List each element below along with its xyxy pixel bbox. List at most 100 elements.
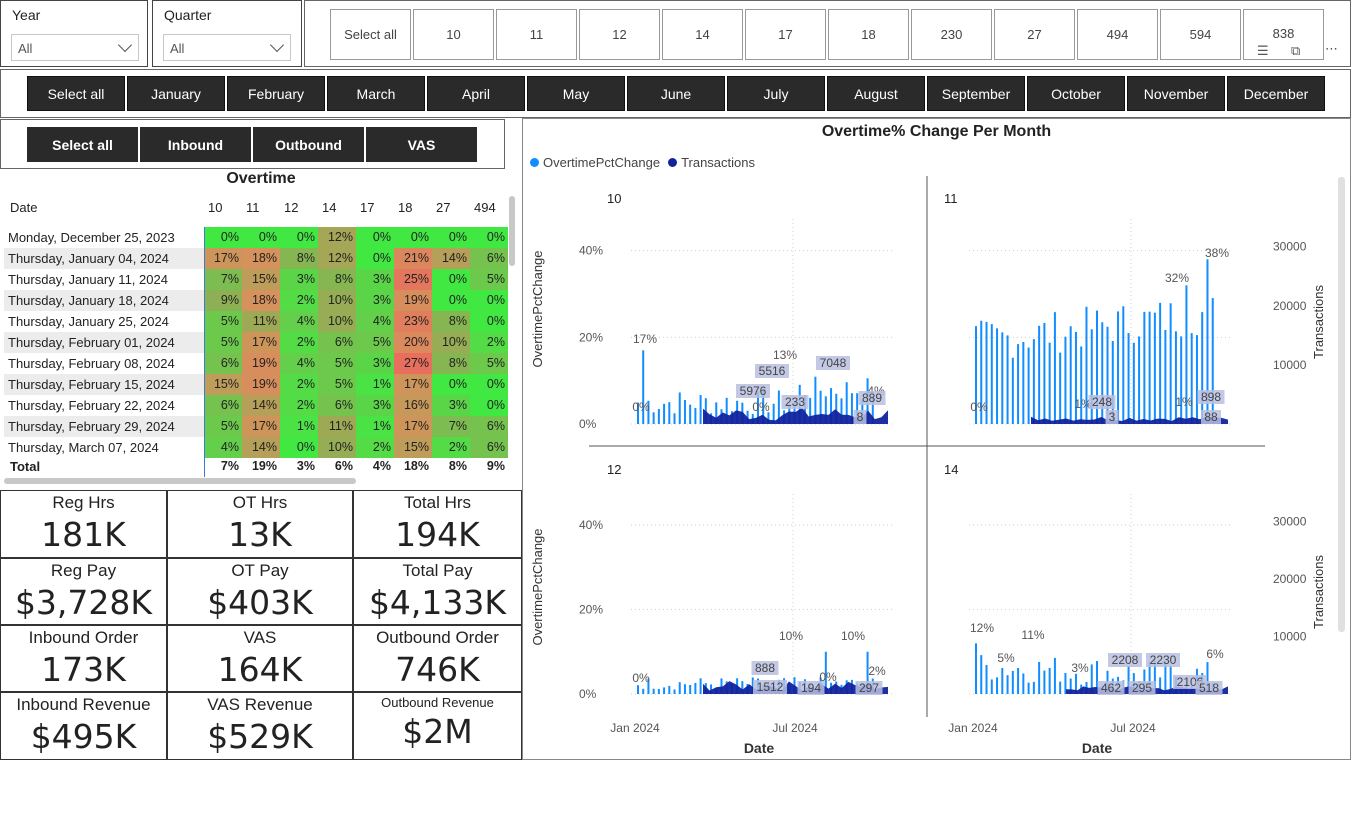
pct-bar — [1006, 675, 1009, 694]
matrix-cell: 5% — [356, 332, 394, 353]
type-select-all[interactable]: Select all — [27, 127, 138, 162]
overtime-matrix: Overtime Date 10 11 12 14 17 18 27 494 Monday, D… — [4, 170, 518, 488]
pct-data-label: 38% — [1205, 246, 1229, 260]
month-june[interactable]: June — [627, 76, 725, 111]
month-january[interactable]: January — [127, 76, 225, 111]
pct-bar — [652, 412, 655, 424]
tile-10[interactable]: 10 — [413, 9, 494, 60]
month-december[interactable]: December — [1227, 76, 1325, 111]
matrix-row[interactable]: Monday, December 25, 2023 — [4, 227, 204, 248]
more-options-icon[interactable]: ⋯ — [1325, 41, 1338, 57]
kpi-card: Inbound Revenue $495K — [0, 692, 167, 760]
month-july[interactable]: July — [727, 76, 825, 111]
matrix-cell: 6% — [318, 332, 356, 353]
filter-icon[interactable]: ☰ — [1257, 43, 1269, 59]
month-march[interactable]: March — [327, 76, 425, 111]
transactions-data-label: 295 — [1132, 681, 1152, 695]
matrix-cell: 6% — [470, 437, 508, 458]
month-may[interactable]: May — [527, 76, 625, 111]
matrix-total-cell: 4% — [372, 459, 391, 473]
focus-mode-icon[interactable]: ⧉ — [1291, 43, 1300, 59]
matrix-cell: 0% — [470, 395, 508, 416]
matrix-cell: 2% — [280, 395, 318, 416]
tile-12[interactable]: 12 — [579, 9, 660, 60]
type-outbound[interactable]: Outbound — [253, 127, 364, 162]
type-vas[interactable]: VAS — [366, 127, 477, 162]
matrix-row[interactable]: Thursday, February 29, 2024 — [4, 416, 204, 437]
month-october[interactable]: October — [1027, 76, 1125, 111]
kpi-value: $403K — [207, 583, 313, 622]
pct-bar — [1069, 326, 1072, 424]
month-april[interactable]: April — [427, 76, 525, 111]
matrix-total-cell: 19% — [251, 459, 277, 473]
right-tick-label: 20000 — [1273, 299, 1307, 313]
matrix-column-header[interactable]: 494 — [474, 200, 496, 215]
month-september[interactable]: September — [927, 76, 1025, 111]
matrix-row-date: Thursday, January 18, 2024 — [8, 293, 169, 308]
matrix-cell: 6% — [318, 395, 356, 416]
quarter-dropdown[interactable]: All — [163, 34, 291, 61]
kpi-label: Reg Pay — [50, 561, 117, 580]
matrix-total-cell: 3% — [296, 459, 315, 473]
tile-select-all[interactable]: Select all — [330, 9, 411, 60]
matrix-scrollbar[interactable] — [509, 196, 515, 266]
pct-data-label: 3% — [1071, 661, 1089, 675]
matrix-row[interactable]: Thursday, February 08, 2024 — [4, 353, 204, 374]
transactions-data-label: 888 — [755, 661, 775, 675]
month-february[interactable]: February — [227, 76, 325, 111]
month-select-all[interactable]: Select all — [27, 76, 125, 111]
pct-bar — [673, 413, 676, 424]
tile-27[interactable]: 27 — [994, 9, 1075, 60]
pct-bar — [1174, 331, 1177, 424]
matrix-row[interactable]: Thursday, January 18, 2024 — [4, 290, 204, 311]
matrix-row[interactable]: Thursday, January 04, 2024 — [4, 248, 204, 269]
tile-14[interactable]: 14 — [662, 9, 743, 60]
matrix-cell: 10% — [432, 332, 470, 353]
kpi-card: VAS 164K — [167, 625, 353, 692]
tile-18[interactable]: 18 — [828, 9, 909, 60]
tile-230[interactable]: 230 — [911, 9, 992, 60]
tile-11[interactable]: 11 — [496, 9, 577, 60]
year-dropdown[interactable]: All — [11, 34, 139, 61]
matrix-row[interactable]: Thursday, March 07, 2024 — [4, 437, 204, 458]
pct-bar — [1006, 335, 1009, 424]
matrix-column-header[interactable]: 10 — [208, 200, 222, 215]
kpi-value: $4,133K — [368, 583, 507, 622]
type-inbound[interactable]: Inbound — [140, 127, 251, 162]
pct-bar — [699, 678, 702, 694]
pct-bar — [663, 403, 666, 424]
matrix-row[interactable]: Thursday, January 11, 2024 — [4, 269, 204, 290]
tile-17[interactable]: 17 — [745, 9, 826, 60]
matrix-column-header[interactable]: 18 — [398, 200, 412, 215]
matrix-column-header[interactable]: 27 — [436, 200, 450, 215]
quarter-slicer-title: Quarter — [164, 7, 212, 23]
matrix-row[interactable]: Thursday, February 15, 2024 — [4, 374, 204, 395]
month-august[interactable]: August — [827, 76, 925, 111]
matrix-cell: 2% — [280, 290, 318, 311]
month-november[interactable]: November — [1127, 76, 1225, 111]
pct-bar — [1053, 312, 1056, 424]
x-tick-label: Jan 2024 — [948, 721, 998, 735]
matrix-h-scrollbar[interactable] — [4, 478, 356, 484]
x-tick-label: Jul 2024 — [772, 721, 818, 735]
matrix-cell: 10% — [318, 437, 356, 458]
matrix-cell: 14% — [242, 395, 280, 416]
matrix-cell: 8% — [432, 311, 470, 332]
pct-data-label: 17% — [633, 332, 657, 346]
matrix-cell: 15% — [204, 374, 242, 395]
matrix-row-date: Thursday, January 11, 2024 — [8, 272, 168, 287]
matrix-row[interactable]: Thursday, February 01, 2024 — [4, 332, 204, 353]
tile-594[interactable]: 594 — [1160, 9, 1241, 60]
pct-bar — [1153, 312, 1156, 424]
matrix-row[interactable]: Thursday, January 25, 2024 — [4, 311, 204, 332]
pct-bar — [689, 404, 692, 424]
matrix-column-header[interactable]: 17 — [360, 200, 374, 215]
matrix-column-header[interactable]: 11 — [246, 200, 260, 215]
tile-494[interactable]: 494 — [1077, 9, 1158, 60]
tile-838[interactable]: 838 — [1243, 9, 1324, 60]
right-tick-label: 30000 — [1273, 514, 1307, 528]
kpi-value: $2M — [402, 712, 473, 751]
matrix-column-header[interactable]: 12 — [284, 200, 298, 215]
matrix-column-header[interactable]: 14 — [322, 200, 336, 215]
matrix-row[interactable]: Thursday, February 22, 2024 — [4, 395, 204, 416]
